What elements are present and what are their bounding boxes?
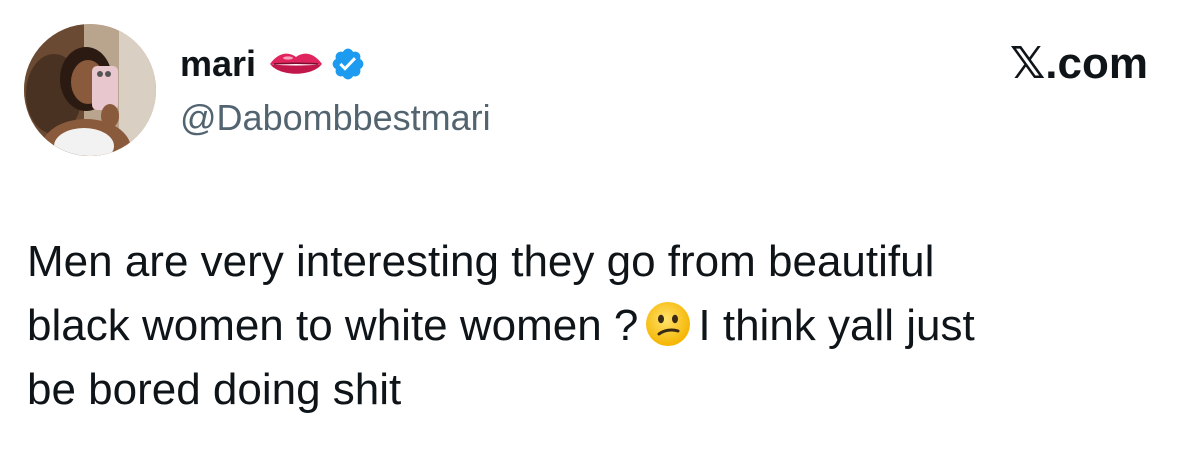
- x-com-brand: 𝕏.com: [1009, 39, 1148, 88]
- tweet-text: Men are very interesting they go from be…: [27, 230, 1177, 422]
- confused-face-icon: [644, 300, 692, 348]
- tweet-card: mari @Dabombbestmari 𝕏.com Men are very …: [0, 0, 1200, 457]
- lips-icon: [268, 49, 324, 79]
- tweet-line-1: Men are very interesting they go from be…: [27, 237, 935, 286]
- avatar-photo: [24, 24, 156, 156]
- verified-badge-icon[interactable]: [330, 46, 366, 82]
- author-name-row[interactable]: mari: [180, 40, 366, 88]
- tweet-line-2-before: black women to white women ?: [27, 301, 639, 350]
- tweet-line-2-after: I think yall just: [698, 301, 975, 350]
- display-name[interactable]: mari: [180, 40, 256, 88]
- tweet-line-3: be bored doing shit: [27, 365, 402, 414]
- avatar[interactable]: [24, 24, 156, 156]
- tweet-line-2: black women to white women ? I think yal…: [27, 294, 1177, 358]
- author-handle[interactable]: @Dabombbestmari: [180, 96, 491, 140]
